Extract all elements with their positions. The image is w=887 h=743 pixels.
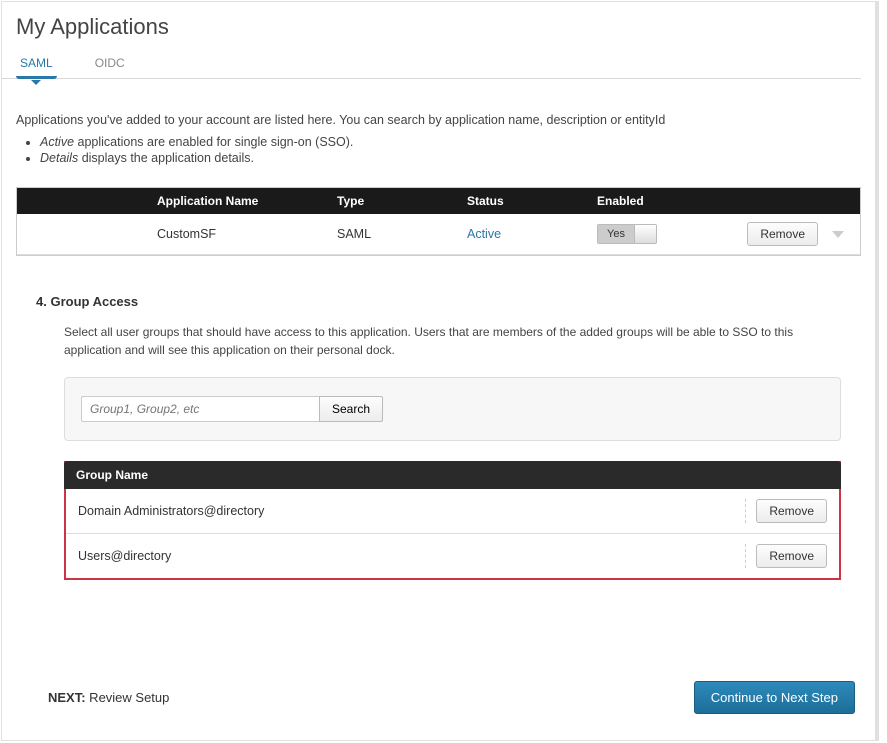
continue-button[interactable]: Continue to Next Step (694, 681, 855, 714)
app-status[interactable]: Active (467, 227, 501, 241)
toggle-handle[interactable] (634, 225, 656, 243)
applications-header: Application Name Type Status Enabled (17, 188, 860, 214)
col-header-enabled: Enabled (597, 194, 737, 208)
group-table: Group Name Domain Administrators@directo… (64, 461, 841, 580)
next-text: Review Setup (86, 690, 170, 705)
remove-group-button[interactable]: Remove (756, 544, 827, 568)
next-prefix: NEXT: (48, 690, 86, 705)
col-header-type: Type (337, 194, 467, 208)
applications-table: Application Name Type Status Enabled Cus… (16, 187, 861, 256)
remove-app-button[interactable]: Remove (747, 222, 818, 246)
next-step-label: NEXT: Review Setup (48, 690, 169, 705)
intro-rest-details: displays the application details. (78, 151, 254, 165)
app-page: My Applications SAML OIDC Applications y… (1, 1, 879, 741)
group-row: Users@directory Remove (66, 534, 839, 578)
group-access-heading: 4. Group Access (36, 294, 841, 309)
footer: NEXT: Review Setup Continue to Next Step (48, 681, 855, 714)
enabled-toggle[interactable]: Yes (597, 224, 657, 244)
col-header-name: Application Name (17, 194, 337, 208)
intro-bullet-active: Active applications are enabled for sing… (40, 135, 861, 149)
intro-rest-active: applications are enabled for single sign… (74, 135, 353, 149)
toggle-yes-label: Yes (598, 225, 634, 243)
col-header-status: Status (467, 194, 597, 208)
remove-group-button[interactable]: Remove (756, 499, 827, 523)
group-row: Domain Administrators@directory Remove (66, 489, 839, 534)
tab-oidc[interactable]: OIDC (91, 50, 129, 78)
intro-block: Applications you've added to your accoun… (2, 79, 875, 175)
app-type: SAML (337, 227, 467, 241)
intro-em-details: Details (40, 151, 78, 165)
group-access-desc: Select all user groups that should have … (64, 323, 841, 359)
application-row: CustomSF SAML Active Yes Remove (17, 214, 860, 255)
group-search-input[interactable] (81, 396, 319, 422)
group-name: Users@directory (78, 549, 171, 563)
intro-em-active: Active (40, 135, 74, 149)
group-name: Domain Administrators@directory (78, 504, 264, 518)
intro-bullet-details: Details displays the application details… (40, 151, 861, 165)
group-search-box: Search (64, 377, 841, 441)
tab-saml[interactable]: SAML (16, 50, 57, 78)
group-table-header: Group Name (64, 461, 841, 489)
tabs: SAML OIDC (2, 50, 861, 79)
page-title: My Applications (2, 14, 875, 50)
app-name: CustomSF (17, 227, 337, 241)
expand-row-icon[interactable] (832, 231, 844, 238)
group-access-section: 4. Group Access Select all user groups t… (36, 294, 841, 580)
intro-text: Applications you've added to your accoun… (16, 113, 861, 127)
group-search-button[interactable]: Search (319, 396, 383, 422)
